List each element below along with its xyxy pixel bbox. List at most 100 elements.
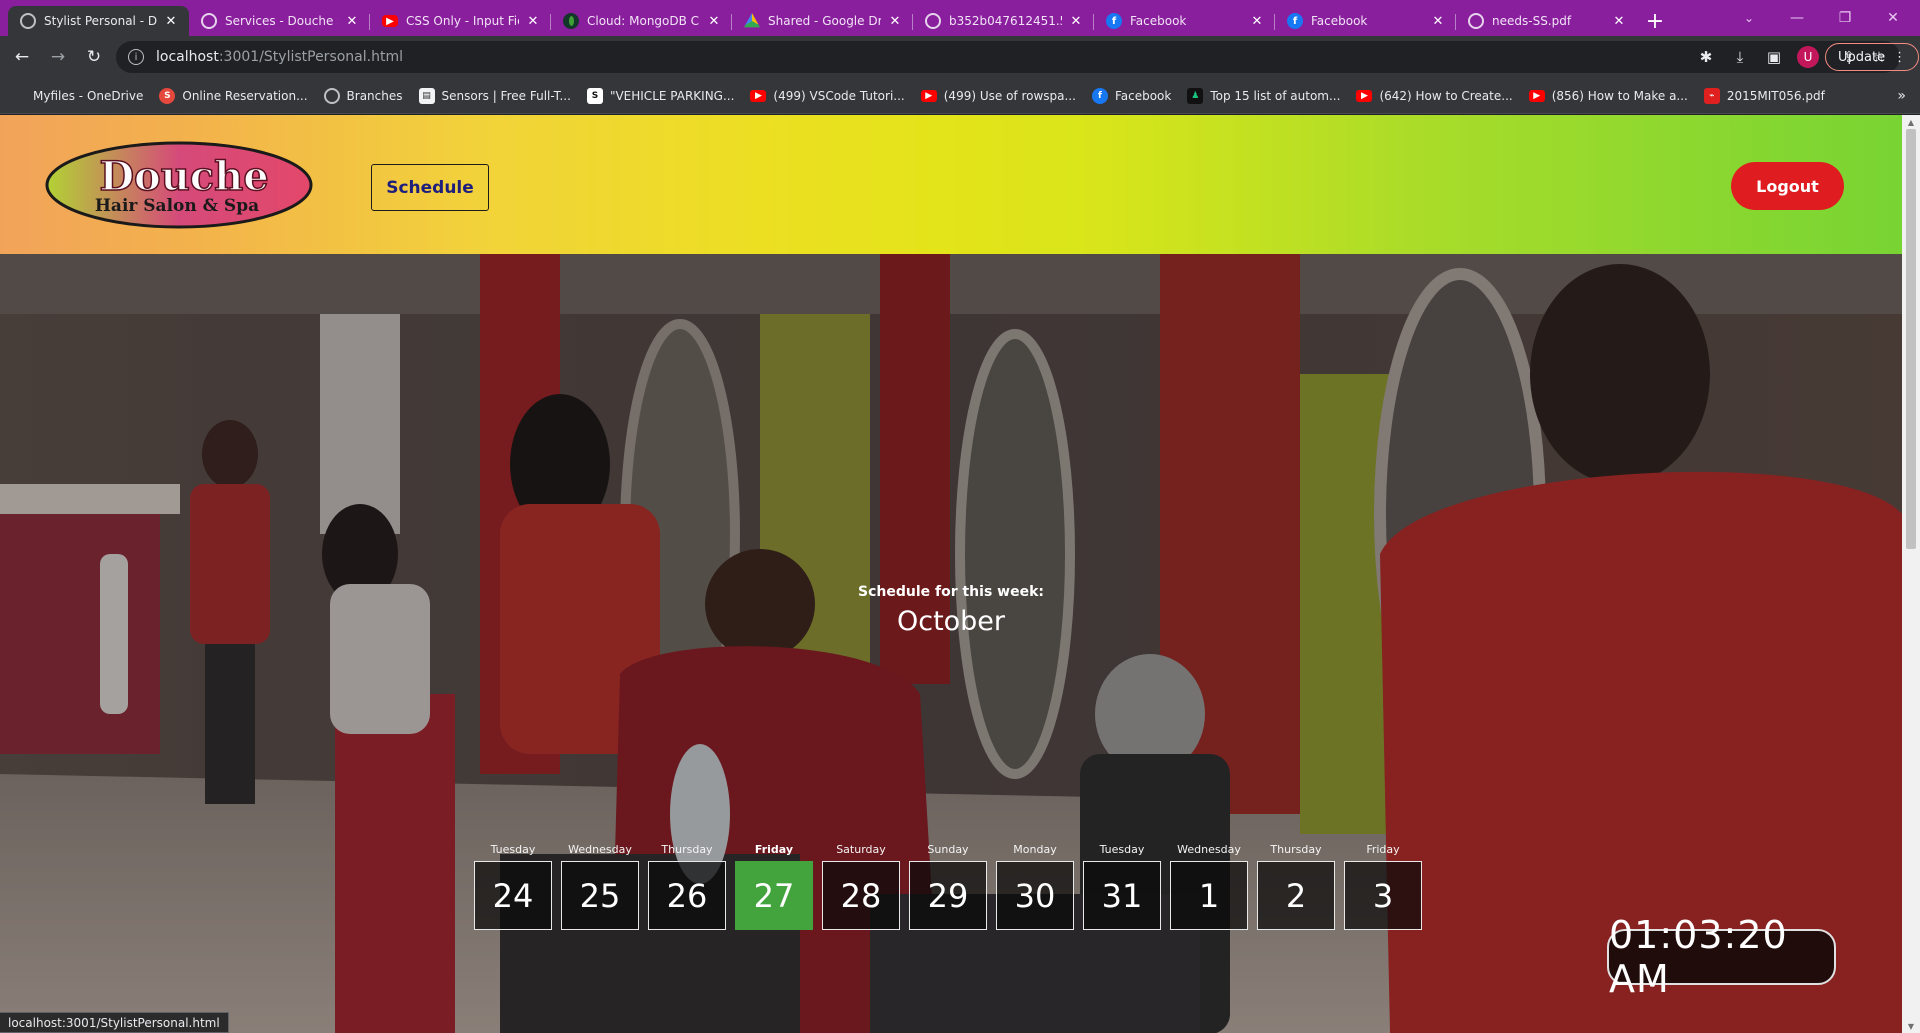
bookmark-item[interactable]: ♟ Top 15 list of autom... [1187, 87, 1340, 104]
restore-icon[interactable]: ❐ [1822, 0, 1868, 36]
day-cell[interactable]: Saturday 28 [822, 839, 900, 930]
date-box[interactable]: 1 [1170, 861, 1248, 930]
bookmark-item[interactable]: Branches [323, 87, 403, 104]
side-panel-icon[interactable]: ▣ [1757, 40, 1791, 74]
download-icon[interactable]: ⤓ [1723, 40, 1757, 74]
day-cell[interactable]: Friday 3 [1344, 839, 1422, 930]
tab-title: Services - Douche S [225, 14, 338, 28]
page-viewport: Douche Hair Salon & Spa Schedule Logout [0, 115, 1902, 1033]
browser-tab[interactable]: Shared - Google Dri ✕ [732, 6, 913, 36]
day-cell[interactable]: Monday 30 [996, 839, 1074, 930]
today-date-box[interactable]: 27 [735, 861, 813, 930]
facebook-icon: f [1091, 87, 1108, 104]
day-name: Tuesday [490, 843, 536, 856]
bookmark-item[interactable]: ▶ (499) VSCode Tutori... [750, 89, 905, 103]
day-cell[interactable]: Sunday 29 [909, 839, 987, 930]
youtube-icon: ▶ [1356, 89, 1373, 102]
browser-tab[interactable]: Cloud: MongoDB Cl ✕ [551, 6, 732, 36]
profile-avatar[interactable]: U [1797, 46, 1819, 68]
scroll-down-arrow-icon[interactable]: ▼ [1902, 1019, 1920, 1033]
day-cell[interactable]: Thursday 26 [648, 839, 726, 930]
close-icon[interactable]: ✕ [706, 14, 722, 29]
bookmark-item[interactable]: ⌁ 2015MIT056.pdf [1703, 87, 1825, 104]
close-icon[interactable]: ✕ [344, 14, 360, 29]
close-icon[interactable]: ✕ [887, 14, 903, 29]
salon-logo[interactable]: Douche Hair Salon & Spa [44, 140, 314, 230]
pdf-icon: ⌁ [1703, 87, 1720, 104]
schedule-month: October [896, 606, 1006, 637]
tab-title: Facebook [1311, 14, 1368, 28]
date-box[interactable]: 31 [1083, 861, 1161, 930]
bookmark-item[interactable]: S Online Reservation... [159, 87, 308, 104]
back-arrow-icon[interactable]: ← [6, 41, 38, 73]
day-name: Wednesday [568, 843, 632, 856]
date-box[interactable]: 25 [561, 861, 639, 930]
scrollbar-thumb[interactable] [1906, 129, 1916, 549]
scroll-up-arrow-icon[interactable]: ▲ [1902, 115, 1920, 129]
url-text[interactable]: localhost:3001/StylistPersonal.html [156, 49, 403, 65]
bookmark-item[interactable]: f Facebook [1091, 87, 1171, 104]
page-icon: ▤ [418, 87, 435, 104]
globe-icon [201, 13, 217, 29]
address-bar[interactable]: i localhost:3001/StylistPersonal.html ⇪ … [116, 41, 1900, 73]
bookmark-item[interactable]: ▤ Sensors | Free Full-T... [418, 87, 571, 104]
day-cell[interactable]: Wednesday 1 [1170, 839, 1248, 930]
bookmark-item[interactable]: ▶ (499) Use of rowspa... [920, 89, 1076, 103]
s-logo-icon: S [159, 87, 176, 104]
close-icon[interactable]: ✕ [1068, 14, 1084, 29]
digital-clock: 01:03:20 AM [1607, 913, 1836, 1001]
s-arrow-icon: S [586, 87, 603, 104]
minimize-icon[interactable]: — [1774, 0, 1820, 36]
close-icon[interactable]: ✕ [163, 14, 179, 29]
facebook-icon: f [1287, 13, 1303, 29]
youtube-icon: ▶ [750, 89, 767, 102]
day-cell[interactable]: Thursday 2 [1257, 839, 1335, 930]
logout-button[interactable]: Logout [1731, 162, 1844, 210]
forward-arrow-icon[interactable]: → [42, 41, 74, 73]
svg-text:Hair Salon & Spa: Hair Salon & Spa [95, 196, 259, 216]
tab-search-icon[interactable]: ⌄ [1726, 0, 1772, 36]
browser-tab[interactable]: Services - Douche S ✕ [189, 6, 370, 36]
tab-title: b352b047612451.5 [949, 14, 1062, 28]
schedule-nav-button[interactable]: Schedule [371, 164, 489, 211]
site-info-icon[interactable]: i [128, 49, 144, 65]
date-box[interactable]: 24 [474, 861, 552, 930]
bot-icon: ♟ [1187, 87, 1204, 104]
bookmark-item[interactable]: ▶ (642) How to Create... [1356, 89, 1513, 103]
bookmark-item[interactable]: ▶ (856) How to Make a... [1528, 89, 1688, 103]
date-box[interactable]: 3 [1344, 861, 1422, 930]
close-icon[interactable]: ✕ [1249, 14, 1265, 29]
vertical-scrollbar[interactable]: ▲ ▼ [1902, 115, 1920, 1033]
new-tab-button[interactable]: + [1637, 6, 1673, 36]
date-box[interactable]: 28 [822, 861, 900, 930]
link-status-bar: localhost:3001/StylistPersonal.html [0, 1012, 229, 1033]
onedrive-icon [10, 88, 26, 104]
reload-icon[interactable]: ↻ [78, 41, 110, 73]
date-box[interactable]: 2 [1257, 861, 1335, 930]
browser-tab[interactable]: ▶ CSS Only - Input Fie ✕ [370, 6, 551, 36]
update-button[interactable]: Update ⋮ [1825, 43, 1920, 71]
day-cell[interactable]: Friday 27 [735, 839, 813, 930]
date-box[interactable]: 29 [909, 861, 987, 930]
facebook-icon: f [1106, 13, 1122, 29]
day-name: Friday [1366, 843, 1400, 856]
close-window-icon[interactable]: ✕ [1870, 0, 1916, 36]
bookmark-item[interactable]: S "VEHICLE PARKING... [586, 87, 734, 104]
browser-tab[interactable]: needs-SS.pdf ✕ [1456, 6, 1637, 36]
more-bookmarks-icon[interactable]: » [1897, 88, 1906, 104]
day-cell[interactable]: Tuesday 31 [1083, 839, 1161, 930]
tab-title: Shared - Google Dri [768, 14, 881, 28]
close-icon[interactable]: ✕ [1430, 14, 1446, 29]
browser-tab[interactable]: f Facebook ✕ [1275, 6, 1456, 36]
day-cell[interactable]: Tuesday 24 [474, 839, 552, 930]
date-box[interactable]: 26 [648, 861, 726, 930]
day-cell[interactable]: Wednesday 25 [561, 839, 639, 930]
browser-tab[interactable]: f Facebook ✕ [1094, 6, 1275, 36]
date-box[interactable]: 30 [996, 861, 1074, 930]
browser-tab[interactable]: Stylist Personal - Do ✕ [8, 6, 189, 36]
close-icon[interactable]: ✕ [525, 14, 541, 29]
bookmark-item[interactable]: Myfiles - OneDrive [10, 88, 143, 104]
browser-tab[interactable]: b352b047612451.5 ✕ [913, 6, 1094, 36]
extensions-puzzle-icon[interactable]: ✱ [1689, 40, 1723, 74]
close-icon[interactable]: ✕ [1611, 14, 1627, 29]
